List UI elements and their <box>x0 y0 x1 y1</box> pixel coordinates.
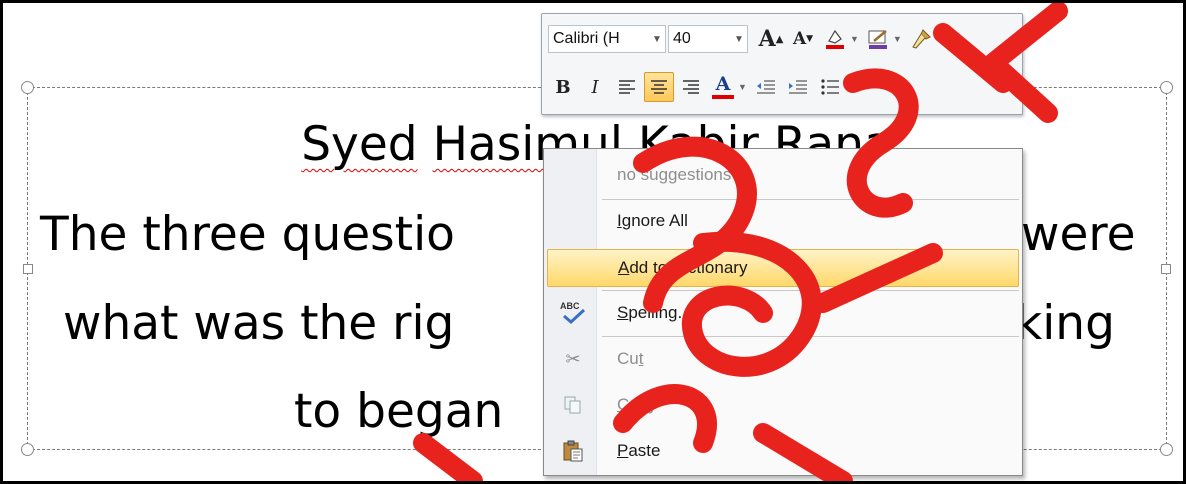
menu-separator <box>602 199 1019 200</box>
chevron-down-icon[interactable]: ▼ <box>731 34 747 45</box>
spelling-label: Spelling... <box>617 303 692 322</box>
font-size-combo[interactable]: 40 ▼ <box>668 25 748 53</box>
font-color-icon[interactable]: A <box>708 72 738 102</box>
menu-item-spelling[interactable]: ABC Spelling... <box>547 295 1019 331</box>
increase-indent-icon[interactable] <box>783 72 813 102</box>
menu-item-add-to-dictionary[interactable]: Add to Dictionary <box>547 249 1019 287</box>
slide-canvas: Syed Hasimul Kabir Rana The three questi… <box>0 0 1186 484</box>
scissors-icon: ✂ <box>565 348 581 369</box>
resize-handle-left[interactable] <box>23 264 33 274</box>
font-name-combo[interactable]: Calibri (H ▼ <box>548 25 666 53</box>
menu-separator <box>602 290 1019 291</box>
menu-separator <box>602 336 1019 337</box>
menu-item-no-suggestions: no suggestions <box>617 165 732 184</box>
body-line-3-right: king <box>1015 296 1115 351</box>
add-to-dictionary-label: Add to Dictionary <box>618 258 748 277</box>
ignore-all-label: Ignore All <box>617 211 688 230</box>
font-name-value: Calibri (H <box>553 30 620 47</box>
chevron-down-icon[interactable]: ▼ <box>893 34 902 44</box>
body-line-2-right: were <box>1021 207 1136 262</box>
format-painter-icon[interactable] <box>906 24 936 54</box>
paste-label: Paste <box>617 441 661 460</box>
highlight-icon[interactable] <box>820 24 850 54</box>
line-color-icon[interactable] <box>863 24 893 54</box>
resize-handle-top-right[interactable] <box>1160 81 1173 94</box>
menu-item-cut[interactable]: ✂ Cut <box>547 341 1019 377</box>
decrease-indent-icon[interactable] <box>751 72 781 102</box>
spelling-check-icon: ABC <box>547 301 599 325</box>
font-size-value: 40 <box>673 30 691 47</box>
copy-icon <box>547 395 599 415</box>
align-right-icon[interactable] <box>676 72 706 102</box>
shrink-font-icon[interactable]: A ▼ <box>788 24 818 54</box>
grow-font-icon[interactable]: A ▲ <box>756 24 786 54</box>
menu-item-ignore-all[interactable]: Ignore All <box>547 203 1019 239</box>
resize-handle-bottom-left[interactable] <box>21 443 34 456</box>
chevron-down-icon[interactable]: ▼ <box>649 34 665 45</box>
align-left-icon[interactable] <box>612 72 642 102</box>
align-center-icon[interactable] <box>644 72 674 102</box>
misspelled-word[interactable]: Syed <box>301 117 417 172</box>
context-menu: no suggestions Ignore All Add to Diction… <box>543 148 1023 476</box>
bold-button[interactable]: B <box>548 72 578 102</box>
menu-item-paste[interactable]: Paste <box>547 433 1019 469</box>
copy-label: Copy <box>617 395 657 414</box>
cut-label: Cut <box>617 349 644 368</box>
bullets-icon[interactable] <box>815 72 845 102</box>
chevron-down-icon[interactable]: ▼ <box>738 82 747 92</box>
resize-handle-bottom-right[interactable] <box>1160 443 1173 456</box>
menu-item-copy[interactable]: Copy <box>547 387 1019 423</box>
chevron-down-icon[interactable]: ▼ <box>850 34 859 44</box>
chevron-down-icon[interactable]: ▼ <box>845 82 854 92</box>
italic-button[interactable]: I <box>580 72 610 102</box>
paste-icon <box>547 439 599 463</box>
resize-handle-top-left[interactable] <box>21 81 34 94</box>
mini-toolbar: Calibri (H ▼ 40 ▼ A ▲ A ▼ ▼ ▼ B I A ▼ ▼ <box>541 13 1023 115</box>
resize-handle-right[interactable] <box>1161 264 1171 274</box>
